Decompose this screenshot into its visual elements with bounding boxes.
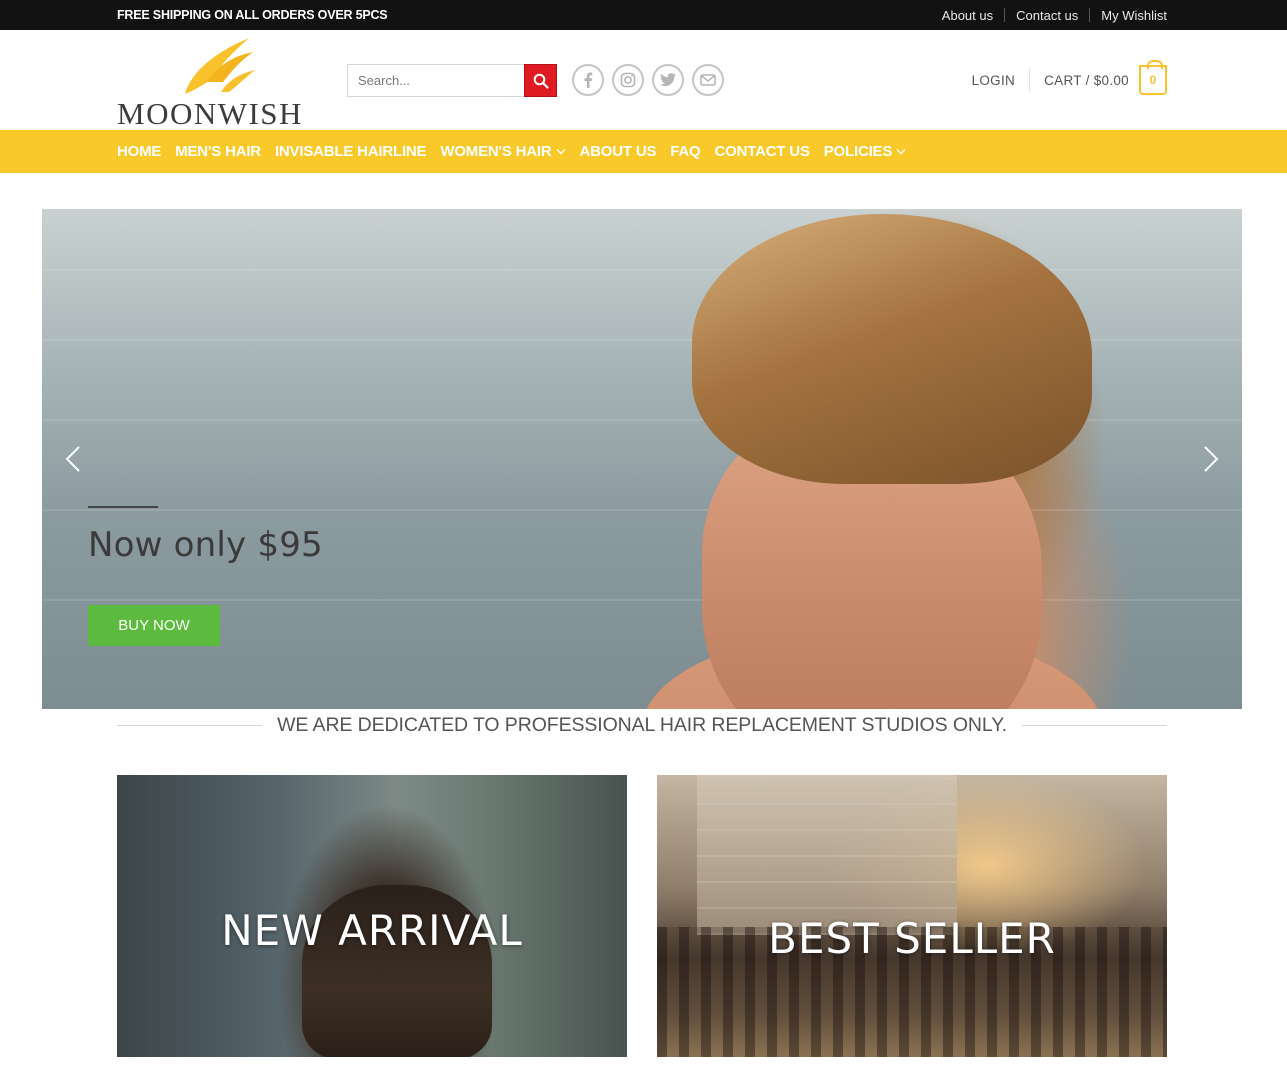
email-icon[interactable] [692, 64, 724, 96]
chevron-down-icon [896, 149, 906, 155]
buy-now-button[interactable]: BUY NOW [88, 605, 220, 646]
nav-item-mens-hair[interactable]: MEN'S HAIR [175, 143, 261, 160]
nav-item-label: HOME [117, 143, 162, 160]
main-nav: HOME MEN'S HAIR INVISABLE HAIRLINE WOMEN… [0, 130, 1287, 173]
water-texture [42, 269, 1242, 271]
hero-model-hair [692, 214, 1092, 484]
contact-us-link[interactable]: Contact us [1005, 8, 1089, 23]
logo-wordmark: MOONWISH [117, 96, 303, 131]
tagline-section: WE ARE DEDICATED TO PROFESSIONAL HAIR RE… [117, 712, 1167, 738]
moon-wings-icon [185, 38, 255, 94]
nav-item-faq[interactable]: FAQ [670, 143, 700, 160]
account-area: LOGIN CART / $0.00 0 [972, 60, 1167, 96]
tile-photo-street [697, 775, 957, 935]
new-arrival-tile[interactable]: NEW ARRIVAL [117, 775, 627, 1057]
search-input[interactable] [347, 64, 524, 97]
nav-item-label: ABOUT US [579, 143, 657, 160]
logo[interactable]: MOONWISH [117, 38, 327, 131]
nav-item-label: POLICIES [823, 143, 893, 160]
water-texture [42, 599, 1242, 601]
nav-item-label: INVISABLE HAIRLINE [274, 143, 427, 160]
nav-item-invisable-hairline[interactable]: INVISABLE HAIRLINE [274, 143, 427, 160]
water-texture [42, 509, 1242, 511]
nav-item-policies[interactable]: POLICIES [824, 143, 906, 160]
shipping-promo: FREE SHIPPING ON ALL ORDERS OVER 5PCS [117, 8, 388, 22]
nav-item-label: WOMEN'S HAIR [440, 143, 552, 160]
search-button[interactable] [524, 64, 557, 97]
chevron-down-icon [556, 149, 566, 155]
hero-divider [88, 506, 158, 508]
divider [1029, 68, 1031, 92]
slider-next-arrow-icon[interactable] [1202, 445, 1220, 473]
social-links [572, 64, 724, 96]
twitter-icon[interactable] [652, 64, 684, 96]
slider-prev-arrow-icon[interactable] [64, 445, 82, 473]
divider [117, 724, 263, 726]
hero-headline: Now only $95 [88, 525, 323, 565]
instagram-icon[interactable] [612, 64, 644, 96]
best-seller-label: BEST SELLER [768, 913, 1056, 963]
site-header: MOONWISH LOGIN CART / $0.00 0 [0, 30, 1287, 131]
facebook-icon[interactable] [572, 64, 604, 96]
nav-item-label: FAQ [670, 143, 701, 160]
top-links: About us Contact us My Wishlist [931, 0, 1167, 30]
search-form [347, 64, 557, 97]
cart-count-badge[interactable]: 0 [1139, 60, 1167, 95]
search-icon [533, 73, 549, 89]
cart-link[interactable]: CART / $0.00 [1044, 73, 1129, 88]
wishlist-link[interactable]: My Wishlist [1090, 8, 1167, 23]
best-seller-tile[interactable]: BEST SELLER [657, 775, 1167, 1057]
tagline-text: WE ARE DEDICATED TO PROFESSIONAL HAIR RE… [277, 713, 1007, 736]
nav-item-home[interactable]: HOME [117, 143, 161, 160]
new-arrival-label: NEW ARRIVAL [221, 905, 523, 955]
nav-item-contact-us[interactable]: CONTACT US [715, 143, 810, 160]
about-us-link[interactable]: About us [931, 8, 1004, 23]
login-link[interactable]: LOGIN [972, 73, 1030, 88]
nav-item-about-us[interactable]: ABOUT US [580, 143, 657, 160]
nav-item-label: CONTACT US [714, 143, 810, 160]
top-bar: FREE SHIPPING ON ALL ORDERS OVER 5PCS Ab… [0, 0, 1287, 30]
nav-item-womens-hair[interactable]: WOMEN'S HAIR [440, 143, 566, 160]
divider [1021, 724, 1167, 726]
nav-item-label: MEN'S HAIR [175, 143, 261, 160]
hero-slider: Now only $95 BUY NOW [42, 209, 1242, 709]
